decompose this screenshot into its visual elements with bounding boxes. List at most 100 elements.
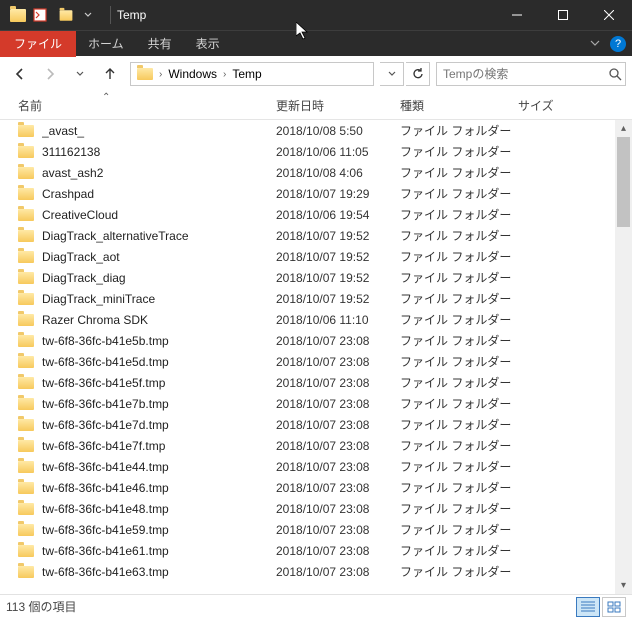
file-type: ファイル フォルダー: [400, 185, 518, 202]
file-name: DiagTrack_aot: [42, 250, 276, 264]
table-row[interactable]: CreativeCloud 2018/10/06 19:54 ファイル フォルダ…: [0, 204, 632, 225]
close-button[interactable]: [586, 0, 632, 30]
table-row[interactable]: tw-6f8-36fc-b41e48.tmp 2018/10/07 23:08 …: [0, 498, 632, 519]
file-date: 2018/10/07 23:08: [276, 334, 400, 348]
column-header-type[interactable]: 種類: [400, 97, 518, 114]
minimize-button[interactable]: [494, 0, 540, 30]
refresh-button[interactable]: [406, 62, 430, 86]
breadcrumb[interactable]: Temp: [226, 67, 267, 81]
table-row[interactable]: Razer Chroma SDK 2018/10/06 11:10 ファイル フ…: [0, 309, 632, 330]
file-type: ファイル フォルダー: [400, 143, 518, 160]
address-dropdown-icon[interactable]: [380, 62, 404, 86]
folder-icon: [18, 209, 34, 221]
folder-icon: [18, 293, 34, 305]
table-row[interactable]: Crashpad 2018/10/07 19:29 ファイル フォルダー: [0, 183, 632, 204]
folder-icon: [18, 314, 34, 326]
table-row[interactable]: avast_ash2 2018/10/08 4:06 ファイル フォルダー: [0, 162, 632, 183]
search-icon[interactable]: [604, 67, 625, 81]
table-row[interactable]: tw-6f8-36fc-b41e5f.tmp 2018/10/07 23:08 …: [0, 372, 632, 393]
table-row[interactable]: tw-6f8-36fc-b41e7f.tmp 2018/10/07 23:08 …: [0, 435, 632, 456]
folder-icon: [137, 68, 153, 80]
table-row[interactable]: tw-6f8-36fc-b41e61.tmp 2018/10/07 23:08 …: [0, 540, 632, 561]
file-name: tw-6f8-36fc-b41e61.tmp: [42, 544, 276, 558]
file-date: 2018/10/07 23:08: [276, 502, 400, 516]
table-row[interactable]: tw-6f8-36fc-b41e7b.tmp 2018/10/07 23:08 …: [0, 393, 632, 414]
qat-properties-icon[interactable]: [29, 4, 51, 26]
scroll-thumb[interactable]: [617, 137, 630, 227]
tab-home[interactable]: ホーム: [76, 31, 136, 57]
file-date: 2018/10/07 19:29: [276, 187, 400, 201]
table-row[interactable]: tw-6f8-36fc-b41e44.tmp 2018/10/07 23:08 …: [0, 456, 632, 477]
scroll-down-button[interactable]: ▾: [615, 577, 632, 594]
table-row[interactable]: DiagTrack_diag 2018/10/07 19:52 ファイル フォル…: [0, 267, 632, 288]
file-date: 2018/10/07 19:52: [276, 250, 400, 264]
scrollbar[interactable]: ▴ ▾: [615, 120, 632, 594]
column-header-date[interactable]: 更新日時: [276, 97, 400, 114]
view-details-button[interactable]: [576, 597, 600, 617]
qat-new-folder-icon[interactable]: [53, 4, 75, 26]
table-row[interactable]: 311162138 2018/10/06 11:05 ファイル フォルダー: [0, 141, 632, 162]
file-type: ファイル フォルダー: [400, 353, 518, 370]
file-name: tw-6f8-36fc-b41e59.tmp: [42, 523, 276, 537]
titlebar: Temp: [0, 0, 632, 30]
table-row[interactable]: tw-6f8-36fc-b41e7d.tmp 2018/10/07 23:08 …: [0, 414, 632, 435]
up-button[interactable]: [96, 60, 124, 88]
table-row[interactable]: tw-6f8-36fc-b41e46.tmp 2018/10/07 23:08 …: [0, 477, 632, 498]
file-type: ファイル フォルダー: [400, 542, 518, 559]
table-row[interactable]: _avast_ 2018/10/08 5:50 ファイル フォルダー: [0, 120, 632, 141]
maximize-button[interactable]: [540, 0, 586, 30]
tab-view[interactable]: 表示: [184, 31, 232, 57]
help-button[interactable]: ?: [610, 36, 626, 52]
file-date: 2018/10/06 19:54: [276, 208, 400, 222]
tab-share[interactable]: 共有: [136, 31, 184, 57]
status-item-count: 113 個の項目: [6, 598, 76, 615]
ribbon-tabs: ファイル ホーム 共有 表示 ?: [0, 30, 632, 56]
folder-icon: [18, 566, 34, 578]
search-input[interactable]: [437, 63, 604, 85]
file-type: ファイル フォルダー: [400, 500, 518, 517]
file-date: 2018/10/08 4:06: [276, 166, 400, 180]
file-name: tw-6f8-36fc-b41e5b.tmp: [42, 334, 276, 348]
folder-icon: [18, 188, 34, 200]
file-type: ファイル フォルダー: [400, 332, 518, 349]
scroll-up-button[interactable]: ▴: [615, 120, 632, 137]
file-type: ファイル フォルダー: [400, 227, 518, 244]
file-date: 2018/10/07 23:08: [276, 418, 400, 432]
recent-dropdown-icon[interactable]: [66, 60, 94, 88]
table-row[interactable]: DiagTrack_miniTrace 2018/10/07 19:52 ファイ…: [0, 288, 632, 309]
column-header-size[interactable]: サイズ: [518, 97, 632, 114]
file-name: Razer Chroma SDK: [42, 313, 276, 327]
qat-dropdown-icon[interactable]: [77, 4, 99, 26]
folder-icon: [18, 272, 34, 284]
file-type: ファイル フォルダー: [400, 269, 518, 286]
folder-icon: [18, 230, 34, 242]
file-date: 2018/10/07 23:08: [276, 481, 400, 495]
address-bar[interactable]: › Windows › Temp: [130, 62, 374, 86]
table-row[interactable]: DiagTrack_aot 2018/10/07 19:52 ファイル フォルダ…: [0, 246, 632, 267]
file-type: ファイル フォルダー: [400, 563, 518, 580]
folder-icon: [5, 4, 27, 26]
file-type: ファイル フォルダー: [400, 437, 518, 454]
forward-button[interactable]: [36, 60, 64, 88]
back-button[interactable]: [6, 60, 34, 88]
file-date: 2018/10/07 23:08: [276, 355, 400, 369]
table-row[interactable]: tw-6f8-36fc-b41e5d.tmp 2018/10/07 23:08 …: [0, 351, 632, 372]
view-large-icons-button[interactable]: [602, 597, 626, 617]
table-row[interactable]: DiagTrack_alternativeTrace 2018/10/07 19…: [0, 225, 632, 246]
file-type: ファイル フォルダー: [400, 122, 518, 139]
window-title: Temp: [117, 8, 146, 22]
sort-indicator-icon: ⌃: [102, 92, 110, 103]
file-name: DiagTrack_miniTrace: [42, 292, 276, 306]
table-row[interactable]: tw-6f8-36fc-b41e5b.tmp 2018/10/07 23:08 …: [0, 330, 632, 351]
table-row[interactable]: tw-6f8-36fc-b41e63.tmp 2018/10/07 23:08 …: [0, 561, 632, 582]
tab-file[interactable]: ファイル: [0, 31, 76, 57]
table-row[interactable]: tw-6f8-36fc-b41e59.tmp 2018/10/07 23:08 …: [0, 519, 632, 540]
navigation-bar: › Windows › Temp: [0, 56, 632, 92]
column-header-name[interactable]: 名前⌃: [18, 97, 276, 114]
file-type: ファイル フォルダー: [400, 164, 518, 181]
breadcrumb[interactable]: Windows: [162, 67, 223, 81]
file-date: 2018/10/06 11:10: [276, 313, 400, 327]
file-name: tw-6f8-36fc-b41e7b.tmp: [42, 397, 276, 411]
search-box[interactable]: [436, 62, 626, 86]
expand-ribbon-icon[interactable]: [584, 37, 606, 51]
